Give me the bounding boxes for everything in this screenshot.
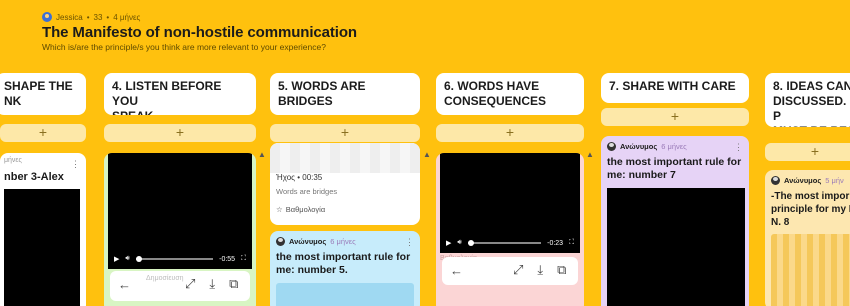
post-card[interactable]: μήνες ⋮ nber 3-Alex xyxy=(0,153,86,306)
open-external-icon[interactable]: ⧉ xyxy=(557,262,566,278)
more-options-icon[interactable]: ⋮ xyxy=(734,142,743,153)
add-post-button[interactable]: + xyxy=(0,124,86,142)
video-player[interactable]: ▶ 🔊︎ -0:23 ⛶ xyxy=(440,153,580,253)
author-name: Ανώνυμος xyxy=(289,237,327,246)
back-arrow-icon[interactable]: ← xyxy=(450,263,463,278)
add-post-button[interactable]: + xyxy=(270,124,420,142)
post-card[interactable]: Ανώνυμος 6 μήνες ⋮ the most important ru… xyxy=(270,231,420,306)
separator-dot: • xyxy=(106,12,110,22)
video-progress[interactable] xyxy=(135,256,214,262)
video-controls[interactable]: ▶ 🔊︎ -0:55 ⛶ xyxy=(108,249,252,269)
add-post-button[interactable]: + xyxy=(765,143,850,161)
scroll-up-icon[interactable]: ▲ xyxy=(586,150,594,159)
more-options-icon[interactable]: ⋮ xyxy=(71,159,80,170)
play-icon[interactable]: ▶ xyxy=(114,255,119,263)
play-icon[interactable]: ▶ xyxy=(446,239,451,247)
post-author: Ανώνυμος 5 μήν xyxy=(771,176,844,185)
open-external-icon[interactable]: ⧉ xyxy=(229,276,238,292)
post-age: 6 μήνες xyxy=(661,142,687,151)
post-age: 4 μήνες xyxy=(113,12,141,22)
post-age: 6 μήνες xyxy=(330,237,356,246)
drawing-thumbnail xyxy=(276,283,414,306)
audio-caption: Words are bridges xyxy=(276,187,338,196)
download-icon[interactable]: ⤓ xyxy=(537,262,543,278)
audio-title: Ήχος • 00:35 xyxy=(276,173,323,182)
post-text: the most important rule for me: number 5… xyxy=(276,251,411,276)
column-header-6[interactable]: 6. WORDS HAVE CONSEQUENCES xyxy=(436,73,584,115)
fullscreen-icon[interactable]: ⛶ xyxy=(241,255,246,263)
board-subtitle: Which is/are the principle/s you think a… xyxy=(42,42,326,52)
video-time: -0:55 xyxy=(219,255,236,263)
video-thumbnail[interactable] xyxy=(607,188,745,306)
author-name: Ανώνυμος xyxy=(620,142,658,151)
expand-icon[interactable]: ⤢ xyxy=(185,276,195,292)
separator-dot: • xyxy=(86,12,90,22)
post-text: nber 3-Alex xyxy=(4,171,64,183)
audio-post-card[interactable]: Ήχος • 00:35 Words are bridges ☆ Βαθμολο… xyxy=(270,143,420,225)
fullscreen-icon[interactable]: ⛶ xyxy=(569,239,574,247)
rating-label: Βαθμολογία xyxy=(285,205,326,214)
action-bar: Δημοσίευση ← ⤢ ⤓ ⧉ xyxy=(110,271,250,301)
likes-count: 33 xyxy=(93,12,103,22)
column-header-8[interactable]: 8. IDEAS CAN DISCUSSED. P MUST BE RES xyxy=(765,73,850,127)
post-author: Ανώνυμος 6 μήνες xyxy=(607,142,687,151)
column-header-5[interactable]: 5. WORDS ARE BRIDGES xyxy=(270,73,420,115)
board-header: Jessica • 33 • 4 μήνες The Manifesto of … xyxy=(42,12,357,52)
post-card[interactable]: Ανώνυμος 5 μήν -The most impor principle… xyxy=(765,170,850,306)
add-post-button[interactable]: + xyxy=(104,124,256,142)
anonymous-avatar-icon xyxy=(276,237,285,246)
volume-icon[interactable]: 🔊︎ xyxy=(457,239,461,247)
anonymous-avatar-icon xyxy=(607,142,616,151)
column-header-7[interactable]: 7. SHARE WITH CARE xyxy=(601,73,749,103)
video-thumbnail[interactable] xyxy=(4,189,80,306)
post-meta: Jessica • 33 • 4 μήνες xyxy=(42,12,357,22)
author-name: Ανώνυμος xyxy=(784,176,822,185)
video-time: -0:23 xyxy=(547,239,564,247)
volume-icon[interactable]: 🔊︎ xyxy=(125,255,129,263)
post-card[interactable]: ▶ 🔊︎ -0:23 ⛶ Βαθμολογία ← ⤢ ⤓ ⧉ xyxy=(436,153,584,306)
more-options-icon[interactable]: ⋮ xyxy=(405,237,414,248)
video-progress[interactable] xyxy=(467,240,542,246)
download-icon[interactable]: ⤓ xyxy=(209,276,215,292)
post-age: μήνες xyxy=(4,157,22,164)
image-thumbnail[interactable] xyxy=(771,234,850,306)
post-author: Ανώνυμος 6 μήνες xyxy=(276,237,356,246)
back-arrow-icon[interactable]: ← xyxy=(118,277,131,292)
avatar[interactable] xyxy=(42,12,52,22)
video-player[interactable]: ▶ 🔊︎ -0:55 ⛶ xyxy=(108,153,252,269)
expand-icon[interactable]: ⤢ xyxy=(513,262,523,278)
author-name[interactable]: Jessica xyxy=(56,13,83,22)
post-age: 5 μήν xyxy=(825,176,844,185)
add-post-button[interactable]: + xyxy=(436,124,584,142)
scroll-up-icon[interactable]: ▲ xyxy=(258,150,266,159)
scroll-up-icon[interactable]: ▲ xyxy=(423,150,431,159)
post-text: -The most impor principle for my B.- N. … xyxy=(771,191,850,228)
anonymous-avatar-icon xyxy=(771,176,780,185)
video-controls[interactable]: ▶ 🔊︎ -0:23 ⛶ xyxy=(440,233,580,253)
column-header-4[interactable]: 4. LISTEN BEFORE YOU SPEAK xyxy=(104,73,256,115)
board-title: The Manifesto of non-hostile communicati… xyxy=(42,24,357,41)
post-card[interactable]: ▶ 🔊︎ -0:55 ⛶ Δημοσίευση ← ⤢ ⤓ ⧉ xyxy=(104,153,256,306)
column-header-3[interactable]: SHAPE THE NK xyxy=(0,73,86,115)
map-thumbnail xyxy=(270,143,420,173)
star-icon[interactable]: ☆ xyxy=(276,205,283,214)
action-icons: ← ⤢ ⤓ ⧉ xyxy=(118,276,238,292)
action-icons: ← ⤢ ⤓ ⧉ xyxy=(450,262,566,278)
rating-row[interactable]: ☆ Βαθμολογία xyxy=(276,205,325,214)
action-bar: ← ⤢ ⤓ ⧉ xyxy=(442,257,578,285)
post-card[interactable]: Ανώνυμος 6 μήνες ⋮ the most important ru… xyxy=(601,136,749,306)
post-text: the most important rule for me: number 7 xyxy=(607,156,742,181)
add-post-button[interactable]: + xyxy=(601,108,749,126)
